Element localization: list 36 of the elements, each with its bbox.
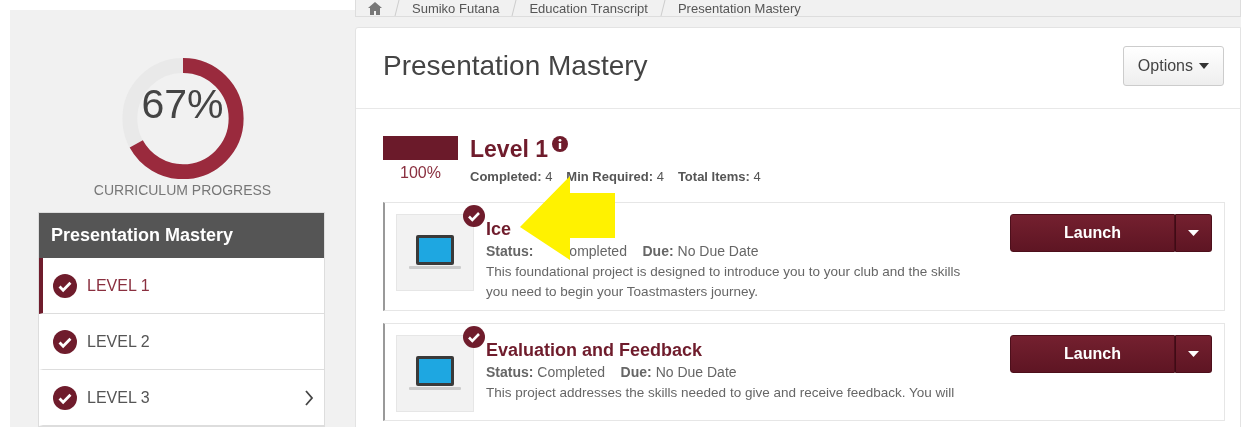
breadcrumb-separator-icon: [659, 0, 666, 16]
sidebar-item[interactable]: LEVEL 2: [39, 314, 324, 370]
launch-button[interactable]: Launch: [1010, 214, 1175, 252]
project-status: Status: ompleted Due: No Due Date: [486, 243, 760, 259]
launch-button[interactable]: Launch: [1010, 335, 1175, 373]
sidebar-title: Presentation Mastery: [39, 213, 324, 258]
options-button[interactable]: Options: [1122, 46, 1224, 86]
project-title[interactable]: Ice: [486, 219, 998, 240]
breadcrumb-link[interactable]: Presentation Mastery: [677, 0, 801, 16]
sidebar-item[interactable]: LEVEL 1: [39, 258, 324, 314]
caret-down-icon: [1188, 230, 1199, 236]
project-title[interactable]: Evaluation and Feedback: [486, 340, 998, 361]
sidebar-item[interactable]: LEVEL 3: [39, 370, 324, 426]
project-description: This foundational project is designed to introduce you to your club and the skills you need to begin your Toastmasters journey.: [486, 263, 962, 301]
breadcrumb-separator-icon: [511, 0, 518, 16]
progress-percent: 67%: [141, 81, 224, 130]
breadcrumb-link[interactable]: Education Transcript: [529, 0, 648, 16]
launch-menu-button[interactable]: [1175, 335, 1212, 373]
home-icon[interactable]: [368, 1, 382, 15]
level-title: Level 1: [470, 136, 548, 163]
level-stat: Total Items: 4: [677, 169, 761, 184]
progress-label: CURRICULUM PROGRESS: [93, 182, 272, 198]
launch-menu-button[interactable]: [1175, 214, 1212, 252]
sidebar-item-label: LEVEL 1: [87, 276, 151, 295]
sidebar-item-label: LEVEL 3: [87, 388, 151, 407]
caret-down-icon: [1199, 63, 1209, 69]
level-percent: 100%: [400, 164, 441, 182]
info-icon[interactable]: [552, 136, 568, 152]
page-title: Presentation Mastery: [383, 50, 648, 82]
breadcrumb-link[interactable]: Sumiko Futana: [412, 0, 500, 16]
breadcrumb-separator-icon: [394, 0, 400, 16]
caret-down-icon: [1188, 351, 1199, 357]
project-status: Status: Completed Due: No Due Date: [486, 364, 738, 380]
sidebar-item-label: LEVEL 2: [87, 332, 151, 351]
level-stat: Completed: 4: [470, 169, 553, 184]
project-description: This project addresses the skills needed to give and receive feedback. You will: [486, 384, 956, 402]
